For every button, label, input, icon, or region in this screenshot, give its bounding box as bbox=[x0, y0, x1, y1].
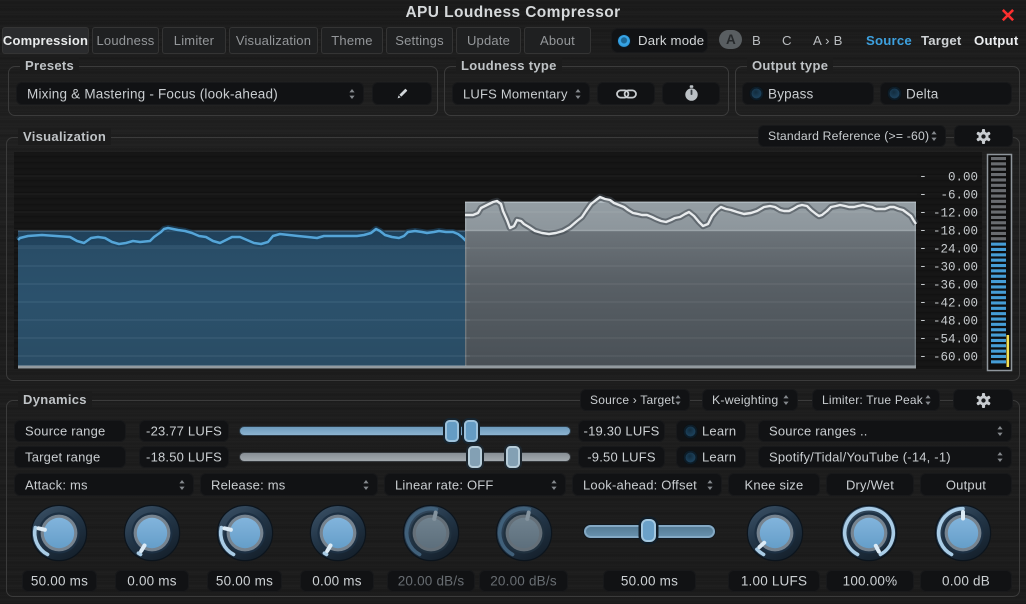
svg-text:-48.00: -48.00 bbox=[933, 315, 978, 329]
svg-text:-18.00: -18.00 bbox=[933, 225, 978, 239]
svg-text:-: - bbox=[919, 331, 927, 346]
svg-text:-30.00: -30.00 bbox=[933, 261, 978, 275]
svg-text:-: - bbox=[919, 169, 927, 184]
svg-text:-: - bbox=[919, 241, 927, 256]
svg-text:-12.00: -12.00 bbox=[933, 207, 978, 221]
svg-text:-: - bbox=[919, 313, 927, 328]
svg-text:-: - bbox=[919, 277, 927, 292]
svg-text:-: - bbox=[919, 187, 927, 202]
svg-text:-60.00: -60.00 bbox=[933, 351, 978, 365]
svg-text:-: - bbox=[919, 223, 927, 238]
svg-text:-6.00: -6.00 bbox=[940, 189, 978, 203]
svg-text:-24.00: -24.00 bbox=[933, 243, 978, 257]
svg-text:-54.00: -54.00 bbox=[933, 333, 978, 347]
svg-text:-: - bbox=[919, 295, 927, 310]
svg-text:-: - bbox=[919, 205, 927, 220]
svg-text:-36.00: -36.00 bbox=[933, 279, 978, 293]
svg-text:-42.00: -42.00 bbox=[933, 297, 978, 311]
svg-text:-: - bbox=[919, 259, 927, 274]
svg-text:-: - bbox=[919, 349, 927, 364]
svg-text:0.00: 0.00 bbox=[948, 171, 978, 185]
